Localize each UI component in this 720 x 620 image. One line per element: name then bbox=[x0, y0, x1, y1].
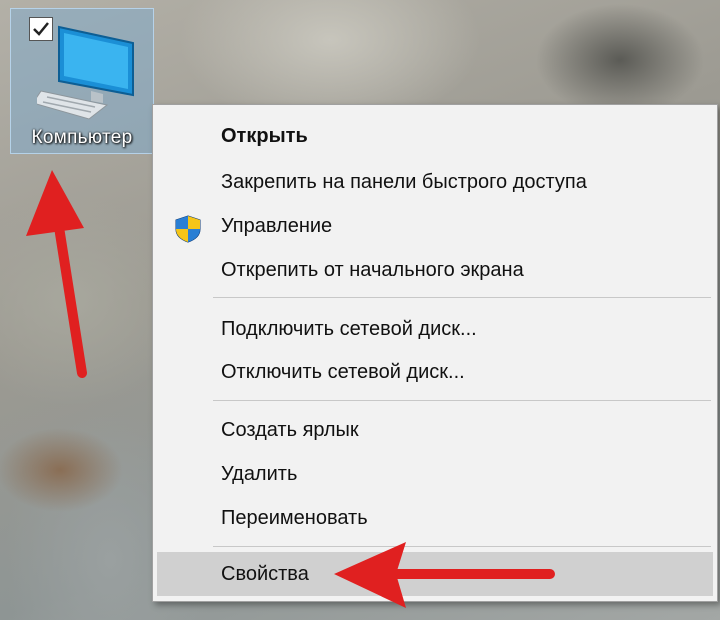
menu-item-label: Закрепить на панели быстрого доступа bbox=[221, 170, 587, 193]
menu-separator bbox=[213, 297, 711, 298]
menu-item-map-network-drive[interactable]: Подключить сетевой диск... bbox=[153, 307, 717, 351]
menu-item-label: Переименовать bbox=[221, 506, 368, 529]
menu-item-label: Свойства bbox=[221, 562, 309, 585]
menu-item-label: Отключить сетевой диск... bbox=[221, 360, 465, 383]
uac-shield-icon bbox=[175, 215, 201, 243]
menu-item-disconnect-network-drive[interactable]: Отключить сетевой диск... bbox=[153, 350, 717, 394]
menu-item-unpin-start[interactable]: Открепить от начального экрана bbox=[153, 248, 717, 292]
menu-item-label: Управление bbox=[221, 214, 333, 237]
annotation-arrow-up bbox=[26, 170, 87, 378]
menu-item-label: Открепить от начального экрана bbox=[221, 258, 524, 281]
menu-item-manage[interactable]: Управление bbox=[153, 204, 717, 248]
context-menu: Открыть Закрепить на панели быстрого дос… bbox=[152, 104, 718, 602]
menu-item-rename[interactable]: Переименовать bbox=[153, 496, 717, 540]
menu-separator bbox=[213, 400, 711, 401]
annotation-arrow-left bbox=[334, 542, 555, 608]
menu-item-label: Подключить сетевой диск... bbox=[221, 317, 477, 340]
menu-item-label: Удалить bbox=[221, 462, 298, 485]
menu-item-pin-quick-access[interactable]: Закрепить на панели быстрого доступа bbox=[153, 160, 717, 204]
menu-item-open[interactable]: Открыть bbox=[153, 114, 717, 158]
computer-desktop-icon[interactable]: Компьютер bbox=[10, 8, 154, 154]
menu-item-create-shortcut[interactable]: Создать ярлык bbox=[153, 408, 717, 452]
menu-item-delete[interactable]: Удалить bbox=[153, 452, 717, 496]
desktop-icon-label: Компьютер bbox=[31, 127, 133, 148]
menu-item-label: Открыть bbox=[221, 124, 308, 147]
computer-monitor-icon bbox=[37, 25, 134, 120]
menu-item-label: Создать ярлык bbox=[221, 418, 359, 441]
